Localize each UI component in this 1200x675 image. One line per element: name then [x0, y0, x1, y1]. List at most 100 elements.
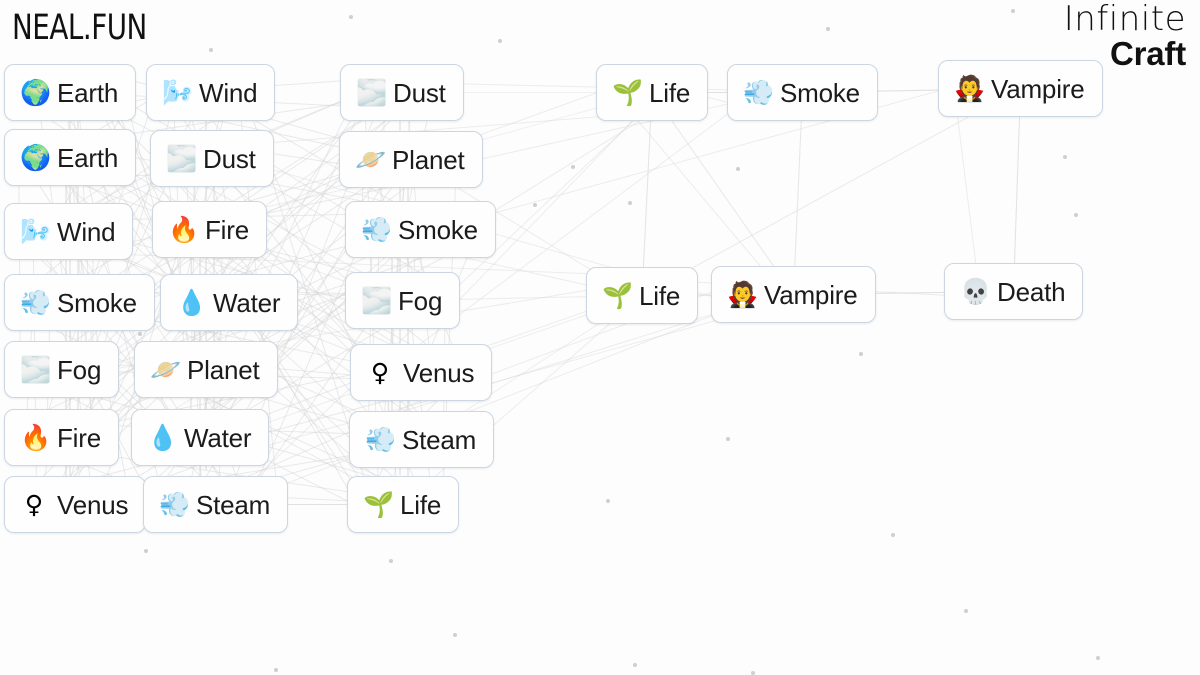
element-card-earth-1[interactable]: 🌍 Earth [4, 64, 137, 121]
element-card-life-1[interactable]: 🌱 Life [596, 64, 709, 121]
element-card-dust-1[interactable]: 🌫️ Dust [340, 64, 464, 121]
element-card-venus-1[interactable]: ♀ Venus [350, 344, 493, 401]
fire-icon: 🔥 [168, 215, 200, 244]
element-card-fog-2[interactable]: 🌫️ Fog [4, 341, 120, 398]
fog-icon: 🌫️ [20, 355, 52, 384]
wind-face-icon: 🌬️ [20, 217, 52, 246]
fog-icon: 🌫️ [356, 78, 388, 107]
element-card-wind-1[interactable]: 🌬️ Wind [146, 64, 276, 121]
seedling-icon: 🌱 [612, 78, 644, 107]
background-dot [736, 167, 740, 171]
element-label: Water [213, 287, 281, 318]
element-card-smoke-3[interactable]: 💨 Smoke [4, 274, 155, 331]
background-dot [628, 201, 632, 205]
dashing-away-icon: 💨 [159, 490, 191, 519]
element-label: Venus [403, 357, 475, 388]
background-dot [274, 668, 278, 672]
female-sign-icon: ♀ [24, 490, 44, 519]
element-card-steam-2[interactable]: 💨 Steam [143, 476, 289, 533]
fog-icon: 🌫️ [166, 144, 198, 173]
element-label: Fog [57, 354, 102, 385]
element-label: Dust [203, 143, 256, 174]
element-card-steam-1[interactable]: 💨 Steam [349, 411, 495, 468]
element-card-death-1[interactable]: 💀 Death [944, 263, 1084, 320]
element-label: Dust [393, 77, 446, 108]
droplet-icon: 💧 [176, 288, 208, 317]
fire-icon: 🔥 [20, 423, 52, 452]
infinite-craft-board[interactable]: NEAL.FUN Infinite Craft 🌍 Earth 🌬️ Wind 🌫️ Du… [0, 0, 1200, 675]
element-card-smoke-2[interactable]: 💨 Smoke [345, 201, 496, 258]
vampire-icon: 🧛 [954, 74, 986, 103]
element-label: Steam [196, 489, 271, 520]
background-dot [891, 533, 895, 537]
background-dot [389, 559, 393, 563]
element-label: Vampire [991, 73, 1085, 104]
logo-word-infinite: Infinite [1063, 0, 1186, 39]
infinite-craft-logo: Infinite Craft [1064, 2, 1186, 70]
background-dot [533, 203, 537, 207]
element-label: Death [997, 276, 1066, 307]
element-label: Smoke [780, 77, 860, 108]
element-card-fire-1[interactable]: 🔥 Fire [152, 201, 267, 258]
dashing-away-icon: 💨 [361, 215, 393, 244]
background-dot [349, 15, 353, 19]
background-dot [144, 549, 148, 553]
element-label: Wind [199, 77, 258, 108]
element-label: Life [649, 77, 691, 108]
element-label: Vampire [764, 279, 858, 310]
element-label: Earth [57, 77, 119, 108]
background-dot [1011, 9, 1015, 13]
background-dot [964, 609, 968, 613]
globe-showing-europe-africa-icon: 🌍 [20, 143, 52, 172]
element-card-planet-2[interactable]: 🪐 Planet [134, 341, 278, 398]
background-dot [633, 663, 637, 667]
element-label: Planet [187, 354, 260, 385]
element-card-planet-1[interactable]: 🪐 Planet [339, 131, 483, 188]
element-label: Fog [398, 285, 443, 316]
element-label: Fire [205, 214, 249, 245]
element-label: Smoke [398, 214, 478, 245]
element-label: Wind [57, 216, 116, 247]
background-dot [1096, 656, 1100, 660]
background-dot [751, 671, 755, 675]
background-dot [826, 27, 830, 31]
element-card-fire-2[interactable]: 🔥 Fire [4, 409, 119, 466]
background-dot [138, 332, 142, 336]
background-dot [606, 499, 610, 503]
droplet-icon: 💧 [147, 423, 179, 452]
element-card-venus-2[interactable]: ♀ Venus [4, 476, 147, 533]
element-label: Planet [392, 144, 465, 175]
element-card-smoke-1[interactable]: 💨 Smoke [727, 64, 878, 121]
background-dot [726, 437, 730, 441]
element-card-water-2[interactable]: 💧 Water [131, 409, 270, 466]
element-card-vampire-2[interactable]: 🧛 Vampire [711, 266, 876, 323]
vampire-icon: 🧛 [727, 280, 759, 309]
element-label: Water [184, 422, 252, 453]
background-dot [859, 352, 863, 356]
element-card-water-1[interactable]: 💧 Water [160, 274, 299, 331]
element-card-fog-1[interactable]: 🌫️ Fog [345, 272, 461, 329]
element-card-wind-2[interactable]: 🌬️ Wind [4, 203, 134, 260]
element-card-life-2[interactable]: 🌱 Life [586, 267, 699, 324]
background-dot [1063, 155, 1067, 159]
seedling-icon: 🌱 [602, 281, 634, 310]
background-dot [209, 48, 213, 52]
element-label: Fire [57, 422, 101, 453]
wind-face-icon: 🌬️ [162, 78, 194, 107]
dashing-away-icon: 💨 [20, 288, 52, 317]
element-card-dust-2[interactable]: 🌫️ Dust [150, 130, 274, 187]
background-dot [453, 633, 457, 637]
element-card-life-3[interactable]: 🌱 Life [347, 476, 460, 533]
logo-word-craft: Craft [1109, 35, 1186, 72]
dashing-away-icon: 💨 [743, 78, 775, 107]
element-label: Smoke [57, 287, 137, 318]
element-label: Venus [57, 489, 129, 520]
neal-fun-logo[interactable]: NEAL.FUN [12, 8, 147, 48]
skull-icon: 💀 [960, 277, 992, 306]
fog-icon: 🌫️ [361, 286, 393, 315]
element-label: Steam [402, 424, 477, 455]
element-card-earth-2[interactable]: 🌍 Earth [4, 129, 137, 186]
element-label: Earth [57, 142, 119, 173]
seedling-icon: 🌱 [363, 490, 395, 519]
ringed-planet-icon: 🪐 [150, 355, 182, 384]
